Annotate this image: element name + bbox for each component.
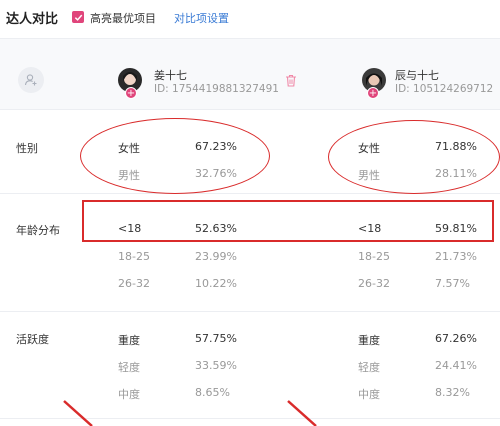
compare-settings-link[interactable]: 对比项设置 [174, 10, 229, 26]
value-cell: 57.75% [195, 332, 237, 345]
highlight-checkbox[interactable] [72, 11, 84, 23]
row-label: 轻度 [358, 361, 380, 374]
add-user-icon [24, 74, 37, 86]
influencer-id: ID: 105124269712 [395, 83, 494, 95]
value-cell: 24.41% [435, 359, 477, 372]
row-label: 18-25 [118, 250, 150, 263]
delete-icon[interactable] [285, 74, 297, 87]
row-label: 轻度 [118, 361, 140, 374]
value-cell: 23.99% [195, 250, 237, 263]
influencer-id: ID: 1754419881327491 [154, 83, 279, 95]
plus-badge-icon[interactable]: + [367, 87, 379, 99]
row-label: 重度 [118, 334, 140, 347]
section-label-activity: 活跃度 [16, 333, 49, 346]
influencer-name: 姜十七 [154, 69, 187, 82]
section-label-gender: 性别 [16, 142, 38, 155]
row-label: 重度 [358, 334, 380, 347]
page-title: 达人对比 [6, 12, 59, 27]
value-cell: 7.57% [435, 277, 470, 290]
value-cell: 67.26% [435, 332, 477, 345]
section-label-age: 年龄分布 [16, 224, 60, 237]
annotation-ellipse [328, 120, 500, 194]
annotation-rectangle [82, 200, 494, 242]
add-influencer-button[interactable] [18, 67, 44, 93]
check-icon [74, 14, 82, 21]
annotation-arrows [63, 400, 317, 426]
value-cell: 33.59% [195, 359, 237, 372]
annotation-ellipse [80, 118, 270, 194]
value-cell: 10.22% [195, 277, 237, 290]
row-label: 26-32 [118, 277, 150, 290]
value-cell: 21.73% [435, 250, 477, 263]
divider [0, 311, 500, 312]
plus-badge-icon[interactable]: + [125, 87, 137, 99]
row-label: 26-32 [358, 277, 390, 290]
highlight-label[interactable]: 高亮最优项目 [90, 10, 156, 26]
row-label: 18-25 [358, 250, 390, 263]
influencer-name: 辰与十七 [395, 69, 439, 82]
